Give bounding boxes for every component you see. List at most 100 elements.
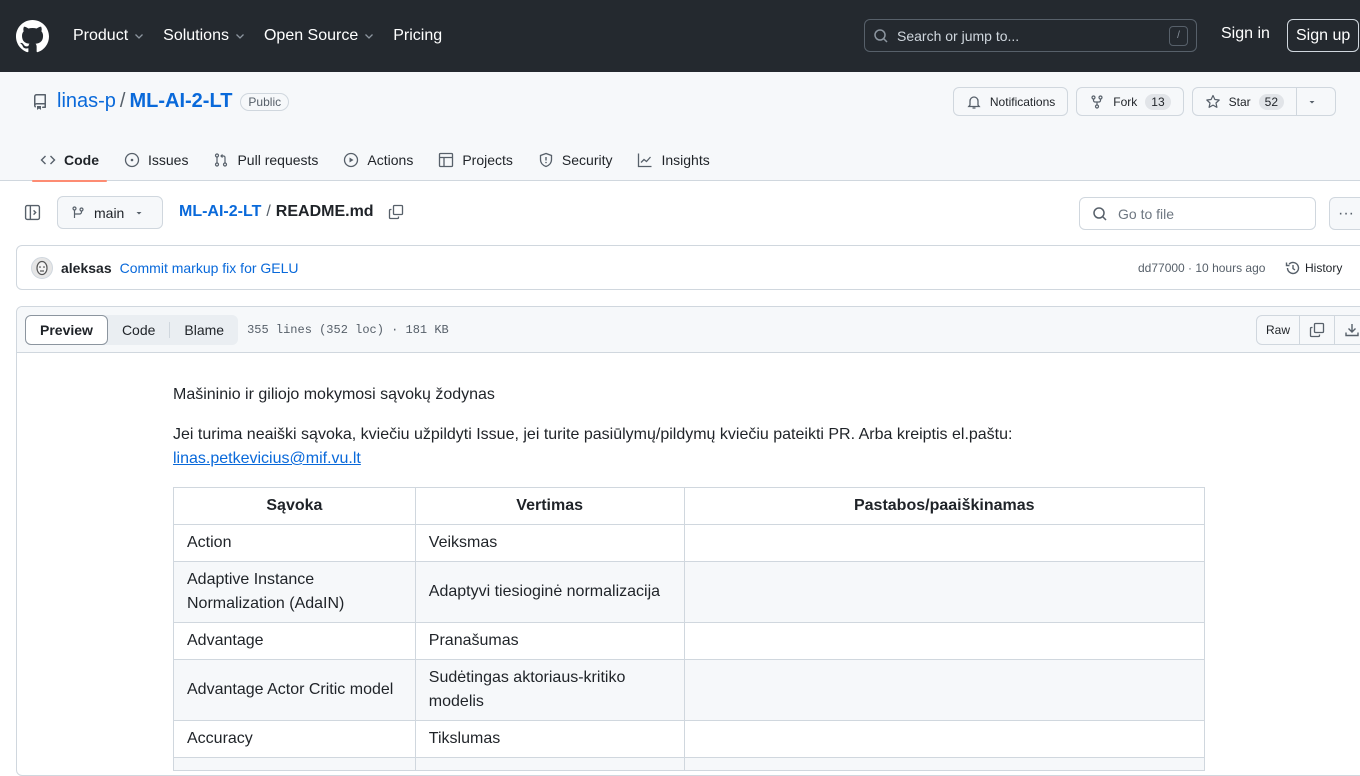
file-navigation: main ML-AI-2-LT / README.md Go to file ·… — [0, 196, 1360, 230]
cell-translation: Pranašumas — [414, 622, 685, 660]
top-nav: Product Solutions Open Source Pricing — [73, 27, 460, 45]
visibility-badge: Public — [240, 92, 290, 111]
repo-tabs: Code Issues Pull requests Actions Projec… — [32, 139, 727, 182]
raw-button[interactable]: Raw — [1257, 316, 1301, 344]
table-row: Advantage Pranašumas — [173, 622, 1206, 660]
commit-meta[interactable]: dd77000 · 10 hours ago — [1138, 261, 1265, 275]
nav-pricing-label: Pricing — [393, 27, 443, 44]
cell-notes — [683, 720, 1206, 758]
commit-message-link[interactable]: Commit markup fix for GELU — [120, 260, 299, 276]
search-placeholder: Search or jump to... — [897, 27, 1020, 44]
chevron-down-icon — [365, 34, 374, 39]
nav-solutions[interactable]: Solutions — [163, 27, 246, 45]
nav-pricing[interactable]: Pricing — [393, 27, 442, 45]
repo-icon — [34, 93, 46, 110]
go-to-file-input[interactable]: Go to file — [1079, 197, 1316, 230]
copy-path-icon[interactable] — [388, 204, 404, 220]
tab-security[interactable]: Security — [530, 139, 621, 181]
readme-intro: Jei turima neaiški sąvoka, kviečiu užpil… — [173, 423, 1205, 471]
repo-actions: Notifications Fork 13 Star 52 — [952, 87, 1336, 116]
commit-author-link[interactable]: aleksas — [61, 260, 112, 276]
cell-notes — [683, 757, 1206, 771]
copy-icon — [1309, 322, 1325, 338]
chevron-down-icon — [236, 34, 244, 39]
cell-term: Accuracy — [173, 720, 416, 758]
cell-term: Adaptive Instance Normalization (AdaIN) — [173, 561, 416, 623]
view-code-button[interactable]: Code — [108, 315, 169, 345]
more-options-button[interactable]: ··· — [1329, 197, 1360, 230]
code-icon — [40, 155, 56, 165]
sign-in-link[interactable]: Sign in — [1221, 25, 1270, 43]
table-row: Advantage Actor Critic model Sudėtingas a… — [173, 659, 1206, 721]
column-header-translation: Vertimas — [414, 487, 685, 525]
tab-insights[interactable]: Insights — [629, 139, 717, 181]
repo-owner-link[interactable]: linas-p — [57, 90, 116, 113]
fork-label: Fork — [1113, 94, 1138, 109]
nav-open-source-label: Open Source — [263, 27, 359, 44]
author-avatar[interactable] — [31, 256, 53, 279]
play-icon — [344, 152, 359, 168]
chevron-down-icon — [135, 34, 144, 39]
tab-pull-requests-label: Pull requests — [237, 152, 319, 168]
latest-commit-bar: aleksas Commit markup fix for GELU dd770… — [16, 245, 1360, 290]
graph-icon — [638, 153, 652, 168]
cell-notes — [683, 622, 1206, 660]
notifications-button[interactable]: Notifications — [952, 87, 1069, 116]
tab-projects[interactable]: Projects — [430, 139, 521, 181]
nav-product[interactable]: Product — [73, 27, 145, 45]
table-row — [173, 757, 1206, 771]
cell-translation: Adaptyvi tiesioginė normalizacija — [414, 561, 685, 623]
search-icon — [1093, 206, 1107, 221]
avatar-face-icon — [36, 260, 48, 275]
cell-translation: Sudėtingas aktoriaus-kritiko modelis — [414, 659, 685, 721]
branch-selector[interactable]: main — [57, 196, 163, 229]
branch-name: main — [94, 204, 125, 221]
tab-actions-label: Actions — [367, 152, 414, 168]
star-count: 52 — [1258, 93, 1284, 110]
go-to-file-placeholder: Go to file — [1118, 205, 1175, 222]
breadcrumb-file-name: README.md — [275, 203, 374, 220]
table-row: Action Veiksmas — [173, 524, 1206, 562]
global-header: Product Solutions Open Source Pricing Se… — [0, 0, 1360, 72]
table-row: Accuracy Tikslumas — [173, 720, 1206, 758]
kebab-icon: ··· — [1338, 204, 1354, 222]
sidebar-expand-icon[interactable] — [24, 204, 41, 221]
column-header-term: Sąvoka — [173, 487, 416, 525]
nav-open-source[interactable]: Open Source — [264, 27, 375, 45]
tab-code[interactable]: Code — [32, 139, 107, 182]
repo-name-link[interactable]: ML-AI-2-LT — [129, 90, 232, 113]
tab-issues[interactable]: Issues — [116, 139, 196, 181]
cell-term — [173, 757, 416, 771]
fork-button[interactable]: Fork 13 — [1076, 87, 1184, 116]
caret-down-icon — [1309, 100, 1315, 103]
caret-down-icon — [136, 211, 142, 214]
issue-icon — [124, 152, 140, 168]
cell-translation — [414, 757, 685, 771]
github-logo-icon[interactable] — [16, 19, 49, 53]
star-lists-dropdown[interactable] — [1297, 87, 1336, 116]
readme-intro-text: Jei turima neaiški sąvoka, kviečiu užpil… — [173, 426, 1013, 443]
pull-request-icon — [215, 153, 228, 167]
email-link[interactable]: linas.petkevicius@mif.vu.lt — [173, 450, 361, 467]
global-search-input[interactable]: Search or jump to... / — [864, 19, 1197, 52]
tab-projects-label: Projects — [462, 152, 513, 168]
view-mode-toggle: Preview Code Blame — [25, 314, 239, 345]
bell-icon — [967, 95, 981, 109]
tab-pull-requests[interactable]: Pull requests — [205, 139, 326, 181]
star-button[interactable]: Star 52 — [1191, 87, 1297, 116]
view-preview-button[interactable]: Preview — [25, 314, 108, 345]
breadcrumb-repo-link[interactable]: ML-AI-2-LT — [179, 203, 261, 221]
sign-up-button[interactable]: Sign up — [1287, 19, 1360, 52]
file-breadcrumb: ML-AI-2-LT / README.md — [179, 203, 404, 221]
history-button[interactable]: History — [1285, 260, 1342, 276]
copy-raw-button[interactable] — [1300, 316, 1336, 344]
tab-actions[interactable]: Actions — [335, 139, 421, 181]
tab-insights-label: Insights — [661, 152, 710, 168]
cell-term: Advantage — [173, 622, 416, 660]
readme-title: Mašininio ir giliojo mokymosi sąvokų žod… — [173, 386, 495, 403]
view-blame-button[interactable]: Blame — [170, 315, 238, 345]
repo-title: linas-p / ML-AI-2-LT Public — [32, 90, 290, 113]
download-button[interactable] — [1335, 316, 1360, 344]
cell-notes — [683, 659, 1206, 721]
table-header-row: Sąvoka Vertimas Pastabos/paaiškinamas — [173, 487, 1206, 525]
